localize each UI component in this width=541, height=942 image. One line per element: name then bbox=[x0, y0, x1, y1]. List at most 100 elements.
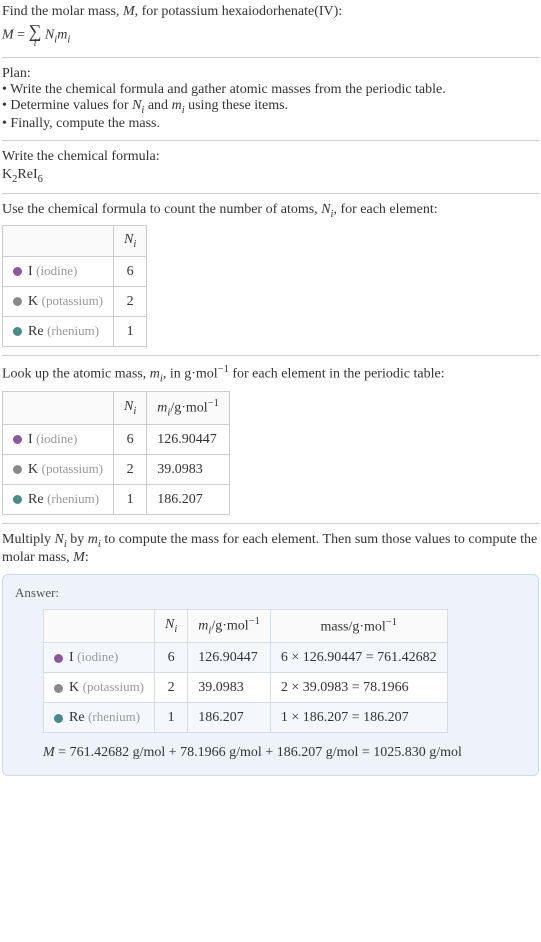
element-symbol: Re bbox=[28, 492, 44, 507]
element-symbol: I bbox=[28, 264, 33, 279]
mi-cell: 126.90447 bbox=[147, 425, 230, 455]
text: Look up the atomic mass, bbox=[2, 367, 150, 382]
mi-cell: 186.207 bbox=[147, 485, 230, 515]
element-dot-icon bbox=[54, 654, 63, 663]
ni-header: Ni bbox=[114, 391, 147, 424]
th-m: m bbox=[198, 619, 208, 634]
mi-cell: 39.0983 bbox=[147, 455, 230, 485]
exp: −1 bbox=[208, 398, 219, 409]
text: , for potassium hexaiodorhenate(IV): bbox=[135, 4, 343, 19]
blank-header bbox=[3, 226, 114, 257]
th-Ni: i bbox=[133, 239, 136, 250]
element-cell: I (iodine) bbox=[3, 425, 114, 455]
element-cell: Re (rhenium) bbox=[3, 485, 114, 515]
plan-bullet-2: • Determine values for Ni and mi using t… bbox=[2, 98, 539, 116]
mass-section: Look up the atomic mass, mi, in g·mol−1 … bbox=[2, 364, 539, 515]
mi-header: mi/g·mol−1 bbox=[147, 391, 230, 424]
element-cell: K (potassium) bbox=[44, 673, 155, 703]
answer-box: Answer: Ni mi/g·mol−1 mass/g·mol−1 I (io… bbox=[2, 574, 539, 776]
element-symbol: Re bbox=[28, 324, 44, 339]
var-M: M bbox=[73, 550, 85, 565]
th-N: N bbox=[124, 232, 133, 247]
var-m: m bbox=[88, 532, 98, 547]
element-dot-icon bbox=[13, 465, 22, 474]
exp: −1 bbox=[218, 364, 229, 375]
element-name: (potassium) bbox=[42, 293, 103, 308]
answer-table: Ni mi/g·mol−1 mass/g·mol−1 I (iodine) 6 … bbox=[43, 609, 448, 733]
element-name: (rhenium) bbox=[88, 709, 140, 724]
problem-statement: Find the molar mass, M, for potassium he… bbox=[2, 4, 539, 49]
ni-cell: 1 bbox=[114, 317, 147, 347]
mi-cell: 126.90447 bbox=[188, 643, 271, 673]
count-section: Use the chemical formula to count the nu… bbox=[2, 202, 539, 348]
element-dot-icon bbox=[13, 327, 22, 336]
table-row: Re (rhenium) 1 186.207 bbox=[3, 485, 230, 515]
final-M: M bbox=[43, 745, 55, 760]
count-title: Use the chemical formula to count the nu… bbox=[2, 202, 539, 220]
element-symbol: K bbox=[28, 462, 38, 477]
answer-title: Answer: bbox=[15, 585, 526, 601]
final-equation: M = 761.42682 g/mol + 78.1966 g/mol + 18… bbox=[43, 745, 526, 761]
table-row: K (potassium) 2 bbox=[3, 287, 147, 317]
table-row: Re (rhenium) 1 186.207 1 × 186.207 = 186… bbox=[44, 703, 448, 733]
var-N: N bbox=[321, 202, 330, 217]
element-symbol: I bbox=[69, 650, 74, 665]
f-I6: 6 bbox=[38, 174, 43, 185]
ni-header: Ni bbox=[114, 226, 147, 257]
mi-cell: 186.207 bbox=[188, 703, 271, 733]
mass-label: mass/g·mol bbox=[320, 619, 385, 634]
table-row: I (iodine) 6 bbox=[3, 257, 147, 287]
multiply-section: Multiply Ni by mi to compute the mass fo… bbox=[2, 532, 539, 566]
divider bbox=[2, 57, 539, 58]
plan-title: Plan: bbox=[2, 66, 539, 82]
var-M: M bbox=[123, 4, 135, 19]
blank-header bbox=[44, 609, 155, 642]
element-symbol: I bbox=[28, 432, 33, 447]
ni-cell: 2 bbox=[114, 455, 147, 485]
final-eq-text: = 761.42682 g/mol + 78.1966 g/mol + 186.… bbox=[55, 745, 462, 760]
element-cell: I (iodine) bbox=[44, 643, 155, 673]
element-name: (rhenium) bbox=[47, 491, 99, 506]
element-cell: Re (rhenium) bbox=[44, 703, 155, 733]
element-name: (potassium) bbox=[42, 461, 103, 476]
element-name: (rhenium) bbox=[47, 323, 99, 338]
ni-cell: 2 bbox=[155, 673, 188, 703]
element-name: (iodine) bbox=[77, 649, 118, 664]
element-symbol: Re bbox=[69, 710, 85, 725]
divider bbox=[2, 193, 539, 194]
ni-cell: 6 bbox=[114, 257, 147, 287]
mi-header: mi/g·mol−1 bbox=[188, 609, 271, 642]
formula-title: Write the chemical formula: bbox=[2, 149, 539, 165]
var-m: m bbox=[172, 98, 182, 113]
table-header-row: Ni mi/g·mol−1 mass/g·mol−1 bbox=[44, 609, 448, 642]
element-cell: I (iodine) bbox=[3, 257, 114, 287]
element-dot-icon bbox=[13, 267, 22, 276]
text: for each element in the periodic table: bbox=[229, 367, 445, 382]
exp: −1 bbox=[249, 616, 260, 627]
unit: /g·mol bbox=[170, 400, 207, 415]
ni-cell: 1 bbox=[114, 485, 147, 515]
eq-M: M bbox=[2, 28, 14, 43]
sigma-icon: ∑i bbox=[29, 22, 42, 49]
mass-title: Look up the atomic mass, mi, in g·mol−1 … bbox=[2, 364, 539, 384]
divider bbox=[2, 355, 539, 356]
element-symbol: K bbox=[69, 680, 79, 695]
f-K: K bbox=[2, 167, 12, 182]
plan-bullet-3: • Finally, compute the mass. bbox=[2, 116, 539, 132]
element-name: (iodine) bbox=[36, 431, 77, 446]
th-N: N bbox=[165, 617, 174, 632]
blank-header bbox=[3, 391, 114, 424]
mass-header: mass/g·mol−1 bbox=[270, 609, 447, 642]
count-table: Ni I (iodine) 6 K (potassium) 2 Re (rhen… bbox=[2, 225, 147, 347]
divider bbox=[2, 140, 539, 141]
text: , for each element: bbox=[333, 202, 437, 217]
text: : bbox=[85, 550, 89, 565]
divider bbox=[2, 523, 539, 524]
table-row: K (potassium) 2 39.0983 bbox=[3, 455, 230, 485]
mi-cell: 39.0983 bbox=[188, 673, 271, 703]
th-Ni: i bbox=[174, 624, 177, 635]
element-symbol: K bbox=[28, 294, 38, 309]
th-m: m bbox=[157, 400, 167, 415]
element-dot-icon bbox=[54, 714, 63, 723]
problem-line1: Find the molar mass, M, for potassium he… bbox=[2, 4, 539, 20]
